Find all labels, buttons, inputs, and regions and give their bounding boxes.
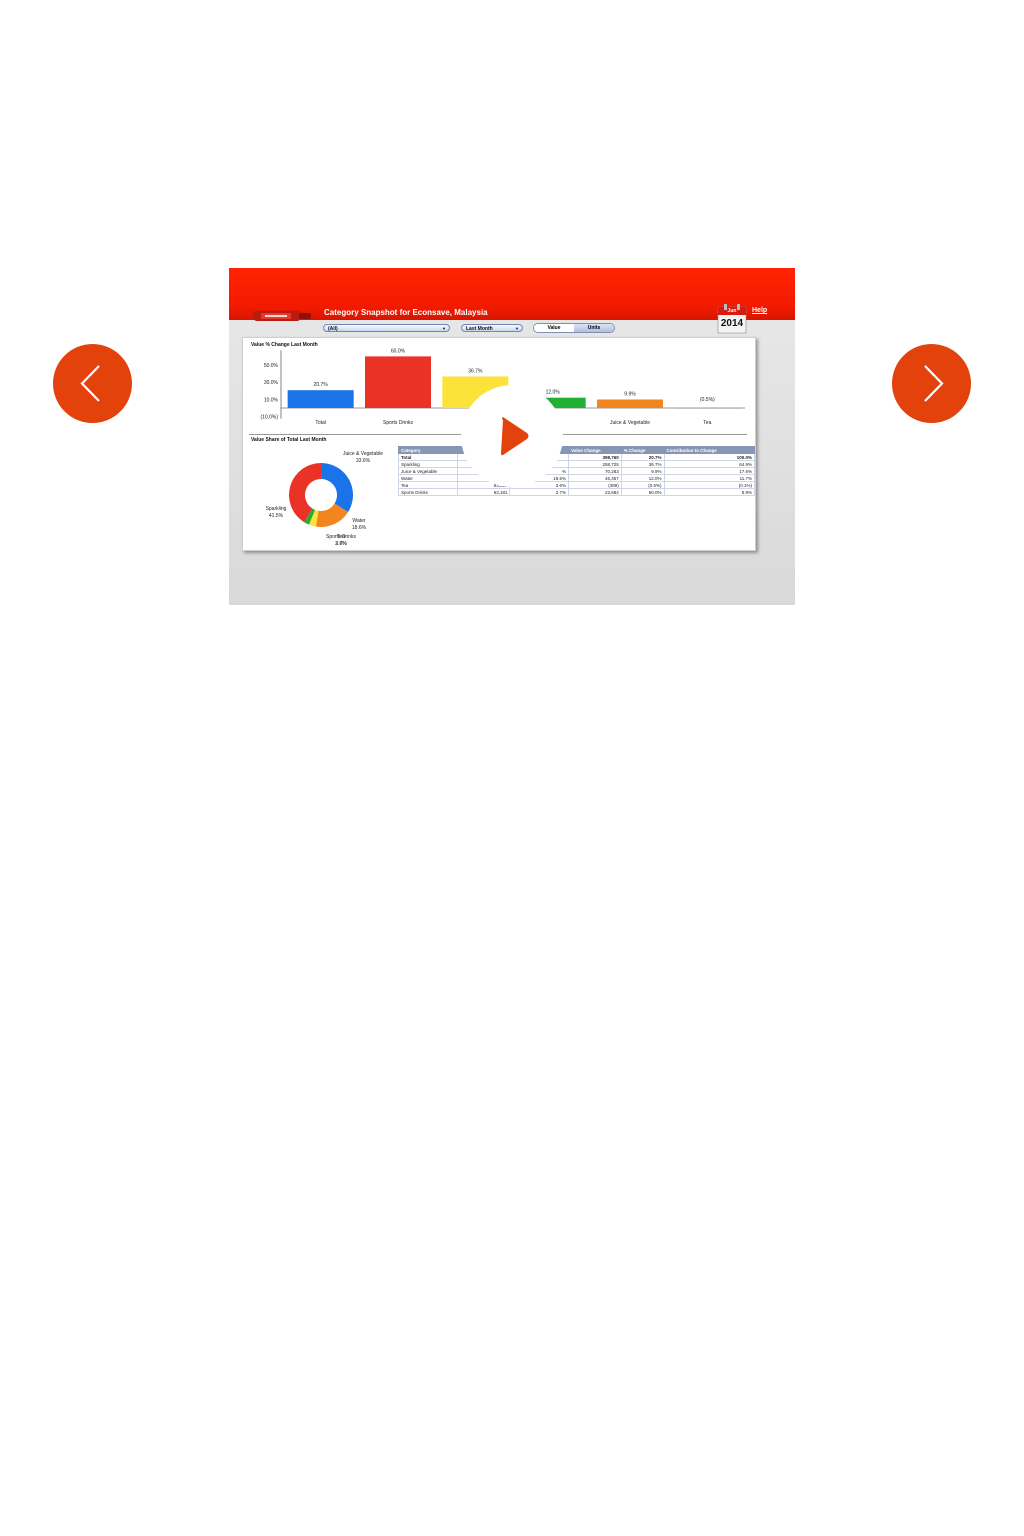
slice-value: 33.6% <box>356 458 371 464</box>
table-cell: (0.5%) <box>620 481 665 489</box>
table-cell: 17.6% <box>663 467 756 475</box>
table-cell: (0.1%) <box>663 481 756 489</box>
chevron-left-icon <box>80 365 100 402</box>
table-row: Sports Drinks 63,181 2.7% 23,684 60.0% 5.9% <box>398 488 756 496</box>
table-row: Total 398,760 20.7% 100.0% <box>398 453 756 461</box>
chevron-right-icon <box>924 365 944 402</box>
table-row: Water4318.6%46,45712.0%11.7% <box>398 474 756 482</box>
table-cell: 36.7% <box>620 460 665 468</box>
donut-slice-0 <box>321 463 353 513</box>
slice-label: Sports Drinks <box>326 534 357 540</box>
table-header-cell: Value Change <box>568 446 622 454</box>
y-tick-label: (10.0%) <box>260 415 278 421</box>
play-button[interactable] <box>461 385 563 487</box>
y-tick-label: 50.0% <box>264 363 279 369</box>
table-cell: 64.9% <box>663 460 756 468</box>
play-icon <box>501 417 529 456</box>
x-tick-label: Total <box>315 420 326 426</box>
category-dropdown-value: (All) <box>328 326 338 332</box>
slice-value: 18.6% <box>352 525 367 531</box>
bar-value-label: (0.5%) <box>700 397 715 403</box>
period-dropdown[interactable]: Last Month ▼ <box>461 324 523 332</box>
table-cell: 5.9% <box>663 488 756 496</box>
table-cell: Total <box>398 453 458 461</box>
x-tick-label: Juice & Vegetable <box>610 420 650 426</box>
table-cell: Tea <box>398 481 458 489</box>
table-cell: 20.7% <box>620 453 665 461</box>
app-header <box>229 268 795 320</box>
slice-label: Sparkling <box>266 506 287 512</box>
x-tick-label: Sports Drinks <box>383 420 414 426</box>
table-cell: 11.7% <box>663 474 756 482</box>
table-row: Tea83,5153.6%(389)(0.5%)(0.1%) <box>398 481 756 489</box>
slice-label: Water <box>352 518 365 524</box>
table-row: Sparkling 258,725 36.7% 64.9% <box>398 460 756 468</box>
slice-value: 41.5% <box>269 513 284 519</box>
bar-4 <box>597 399 663 408</box>
donut-chart: Juice & Vegetable33.6%Water18.6%Tea3.6%S… <box>266 451 384 547</box>
table-cell: 23,684 <box>568 488 622 496</box>
bar-value-label: 60.0% <box>391 348 406 354</box>
calendar-month: Jun <box>727 308 737 314</box>
calendar-year: 2014 <box>720 318 744 329</box>
bar-value-label: 36.7% <box>468 368 483 374</box>
app-title: Category Snapshot for Econsave, Malaysia <box>324 308 488 317</box>
table-cell: 9.9% <box>620 467 665 475</box>
table-cell: 60.0% <box>620 488 665 496</box>
bar-1 <box>365 356 431 408</box>
toggle-units[interactable]: Units <box>574 324 614 332</box>
table-header-cell: Category <box>398 446 458 454</box>
video-thumbnail[interactable]: Category Snapshot for Econsave, Malaysia… <box>229 268 795 605</box>
table-header-cell: Contribution to Change <box>663 446 756 454</box>
table-cell: 258,725 <box>568 460 622 468</box>
dropdown-arrow-icon: ▼ <box>442 326 446 331</box>
table-cell: 70,283 <box>568 467 622 475</box>
bottle-logo-icon <box>253 311 311 321</box>
table-cell: 100.0% <box>663 453 756 461</box>
table-cell: 12.0% <box>620 474 665 482</box>
bar-value-label: 20.7% <box>314 382 329 388</box>
bar-5 <box>674 408 741 409</box>
help-link[interactable]: Help <box>752 307 767 314</box>
bar-value-label: 9.9% <box>624 391 636 397</box>
y-tick-label: 10.0% <box>264 397 279 403</box>
period-dropdown-value: Last Month <box>466 326 493 332</box>
table-cell: (389) <box>568 481 622 489</box>
toggle-value[interactable]: Value <box>534 324 574 332</box>
bar-0 <box>287 390 354 408</box>
x-tick-label: Tea <box>703 420 711 426</box>
table-cell: 2.7% <box>509 488 570 496</box>
slice-value: 2.7% <box>335 541 347 547</box>
table-row: Juice & Vegetable% 70,283 9.9% 17.6% <box>398 467 756 475</box>
table-cell: 63,181 <box>456 488 511 496</box>
table-cell: Sparkling <box>398 460 458 468</box>
table-cell: 46,457 <box>568 474 622 482</box>
previous-slide-button[interactable] <box>53 344 132 423</box>
category-table: Category Value Change% Change Contribution… <box>398 446 756 496</box>
table-header-cell: % Change <box>620 446 665 454</box>
dropdown-arrow-icon: ▼ <box>515 326 519 331</box>
y-tick-label: 30.0% <box>264 380 279 386</box>
next-slide-button[interactable] <box>892 344 971 423</box>
slice-label: Juice & Vegetable <box>343 451 383 457</box>
table-header-row: Category Value Change% Change Contribution… <box>398 446 756 454</box>
table-cell: Sports Drinks <box>398 488 458 496</box>
table-cell: Juice & Vegetable <box>398 467 458 475</box>
table-cell: 398,760 <box>568 453 622 461</box>
value-units-toggle[interactable]: Value Units <box>533 323 615 333</box>
category-dropdown[interactable]: (All) ▼ <box>323 324 450 332</box>
table-cell: Water <box>398 474 458 482</box>
